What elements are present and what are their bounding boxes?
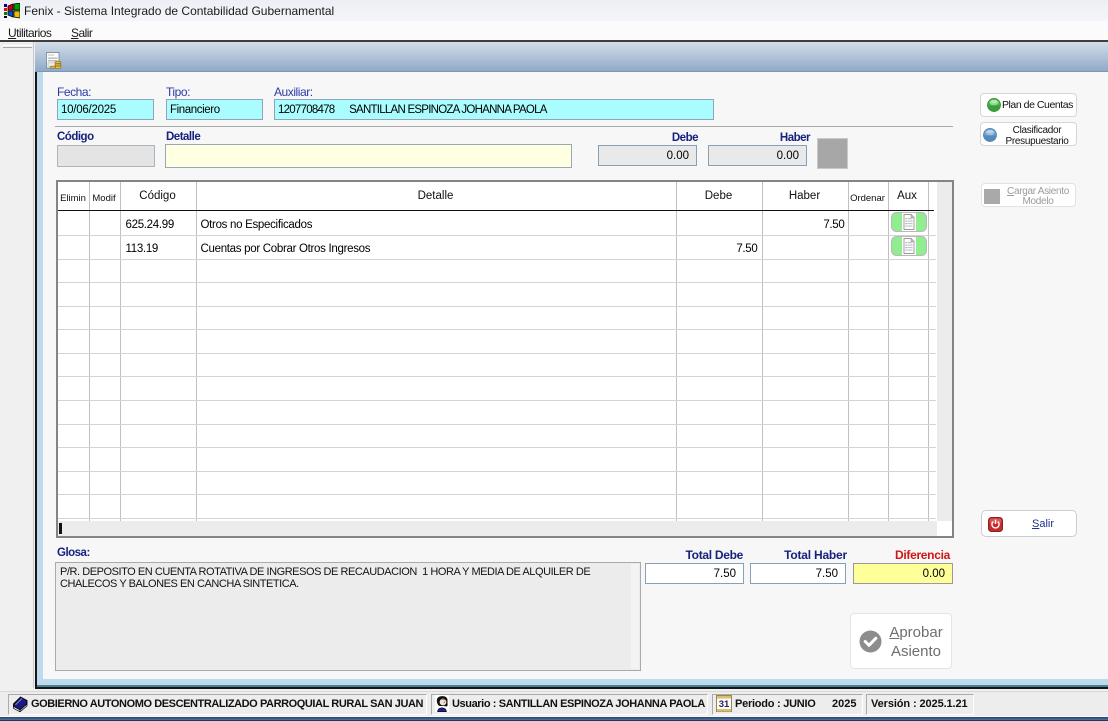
svg-text:31: 31 (719, 699, 730, 710)
